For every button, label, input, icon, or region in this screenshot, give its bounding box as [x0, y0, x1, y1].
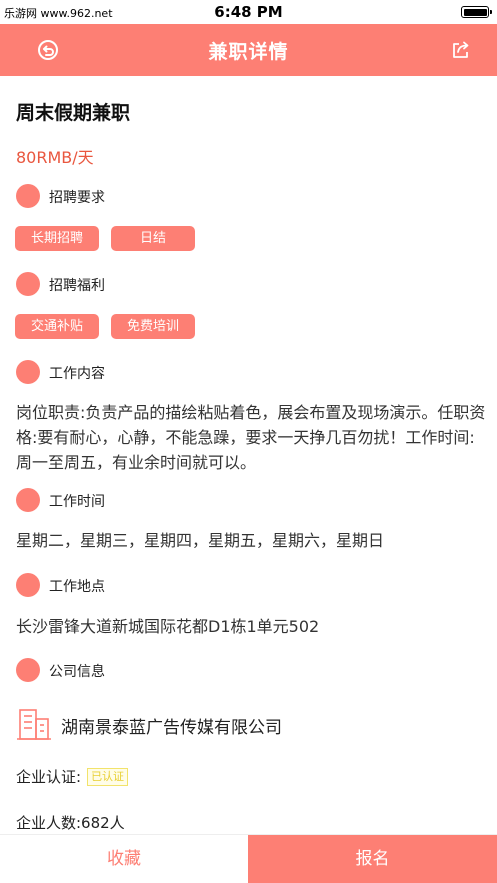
page-title: 兼职详情	[208, 41, 289, 63]
requirement-tag: 日结	[111, 226, 195, 251]
benefit-tag: 交通补贴	[15, 314, 99, 339]
work-time-text: 星期二，星期三，星期四，星期五，星期六，星期日	[16, 531, 385, 550]
section-dot-icon	[16, 360, 40, 384]
benefit-tag: 免费培训	[111, 314, 195, 339]
battery-fill	[463, 8, 487, 16]
certified-badge: 已认证	[87, 767, 129, 786]
company-staff-count: 企业人数:682人	[16, 814, 125, 832]
bottom-action-bar: 收藏 报名	[0, 834, 497, 883]
job-title: 周末假期兼职	[16, 102, 131, 124]
apply-button[interactable]: 报名	[248, 835, 497, 883]
section-benefits-label: 招聘福利	[49, 278, 105, 294]
section-location-label: 工作地点	[49, 579, 105, 595]
share-icon[interactable]	[449, 38, 473, 62]
status-time: 6:48 PM	[214, 3, 283, 21]
section-dot-icon	[16, 658, 40, 682]
section-dot-icon	[16, 488, 40, 512]
section-company-label: 公司信息	[49, 664, 105, 680]
section-time-label: 工作时间	[49, 494, 105, 510]
job-salary: 80RMB/天	[16, 148, 94, 167]
certification-label: 企业认证:	[16, 768, 82, 786]
status-bar: 乐游网 www.962.net 6:48 PM	[0, 0, 497, 24]
favorite-button[interactable]: 收藏	[0, 835, 248, 883]
section-dot-icon	[16, 184, 40, 208]
company-name: 湖南景泰蓝广告传媒有限公司	[61, 718, 282, 738]
job-detail-page: 乐游网 www.962.net 6:48 PM 兼职详情 周末假期兼职 80RM…	[0, 0, 497, 883]
job-detail-content: 周末假期兼职 80RMB/天 招聘要求 长期招聘 日结 招聘福利 交通补贴 免费…	[0, 76, 497, 834]
building-icon	[16, 706, 52, 742]
work-location-text: 长沙雷锋大道新城国际花都D1栋1单元502	[16, 617, 320, 636]
section-dot-icon	[16, 573, 40, 597]
battery-icon	[461, 6, 492, 18]
section-dot-icon	[16, 272, 40, 296]
section-requirements-label: 招聘要求	[49, 190, 105, 206]
company-certification: 企业认证: 已认证	[16, 766, 129, 787]
nav-bar: 兼职详情	[0, 24, 497, 76]
work-content-text: 岗位职责:负责产品的描绘粘贴着色，展会布置及现场演示。任职资格:要有耐心，心静，…	[16, 403, 486, 472]
section-content-label: 工作内容	[49, 366, 105, 382]
company-row[interactable]: 湖南景泰蓝广告传媒有限公司	[16, 704, 486, 744]
requirement-tag: 长期招聘	[15, 226, 99, 251]
